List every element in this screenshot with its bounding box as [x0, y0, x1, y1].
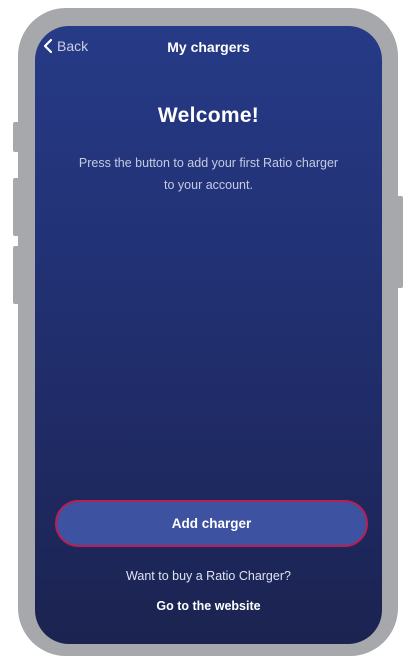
nav-bar: Back My chargers [35, 26, 382, 72]
website-link[interactable]: Go to the website [35, 599, 382, 613]
app-screen: Back My chargers Welcome! Press the butt… [35, 26, 382, 644]
buy-question-text: Want to buy a Ratio Charger? [126, 569, 291, 583]
welcome-title: Welcome! [157, 104, 260, 127]
add-charger-button[interactable]: Add charger [55, 500, 368, 547]
page-title: My chargers [167, 39, 250, 55]
welcome-text: Press the button to add your first Ratio… [78, 156, 339, 192]
add-charger-label: Add charger [171, 516, 252, 531]
